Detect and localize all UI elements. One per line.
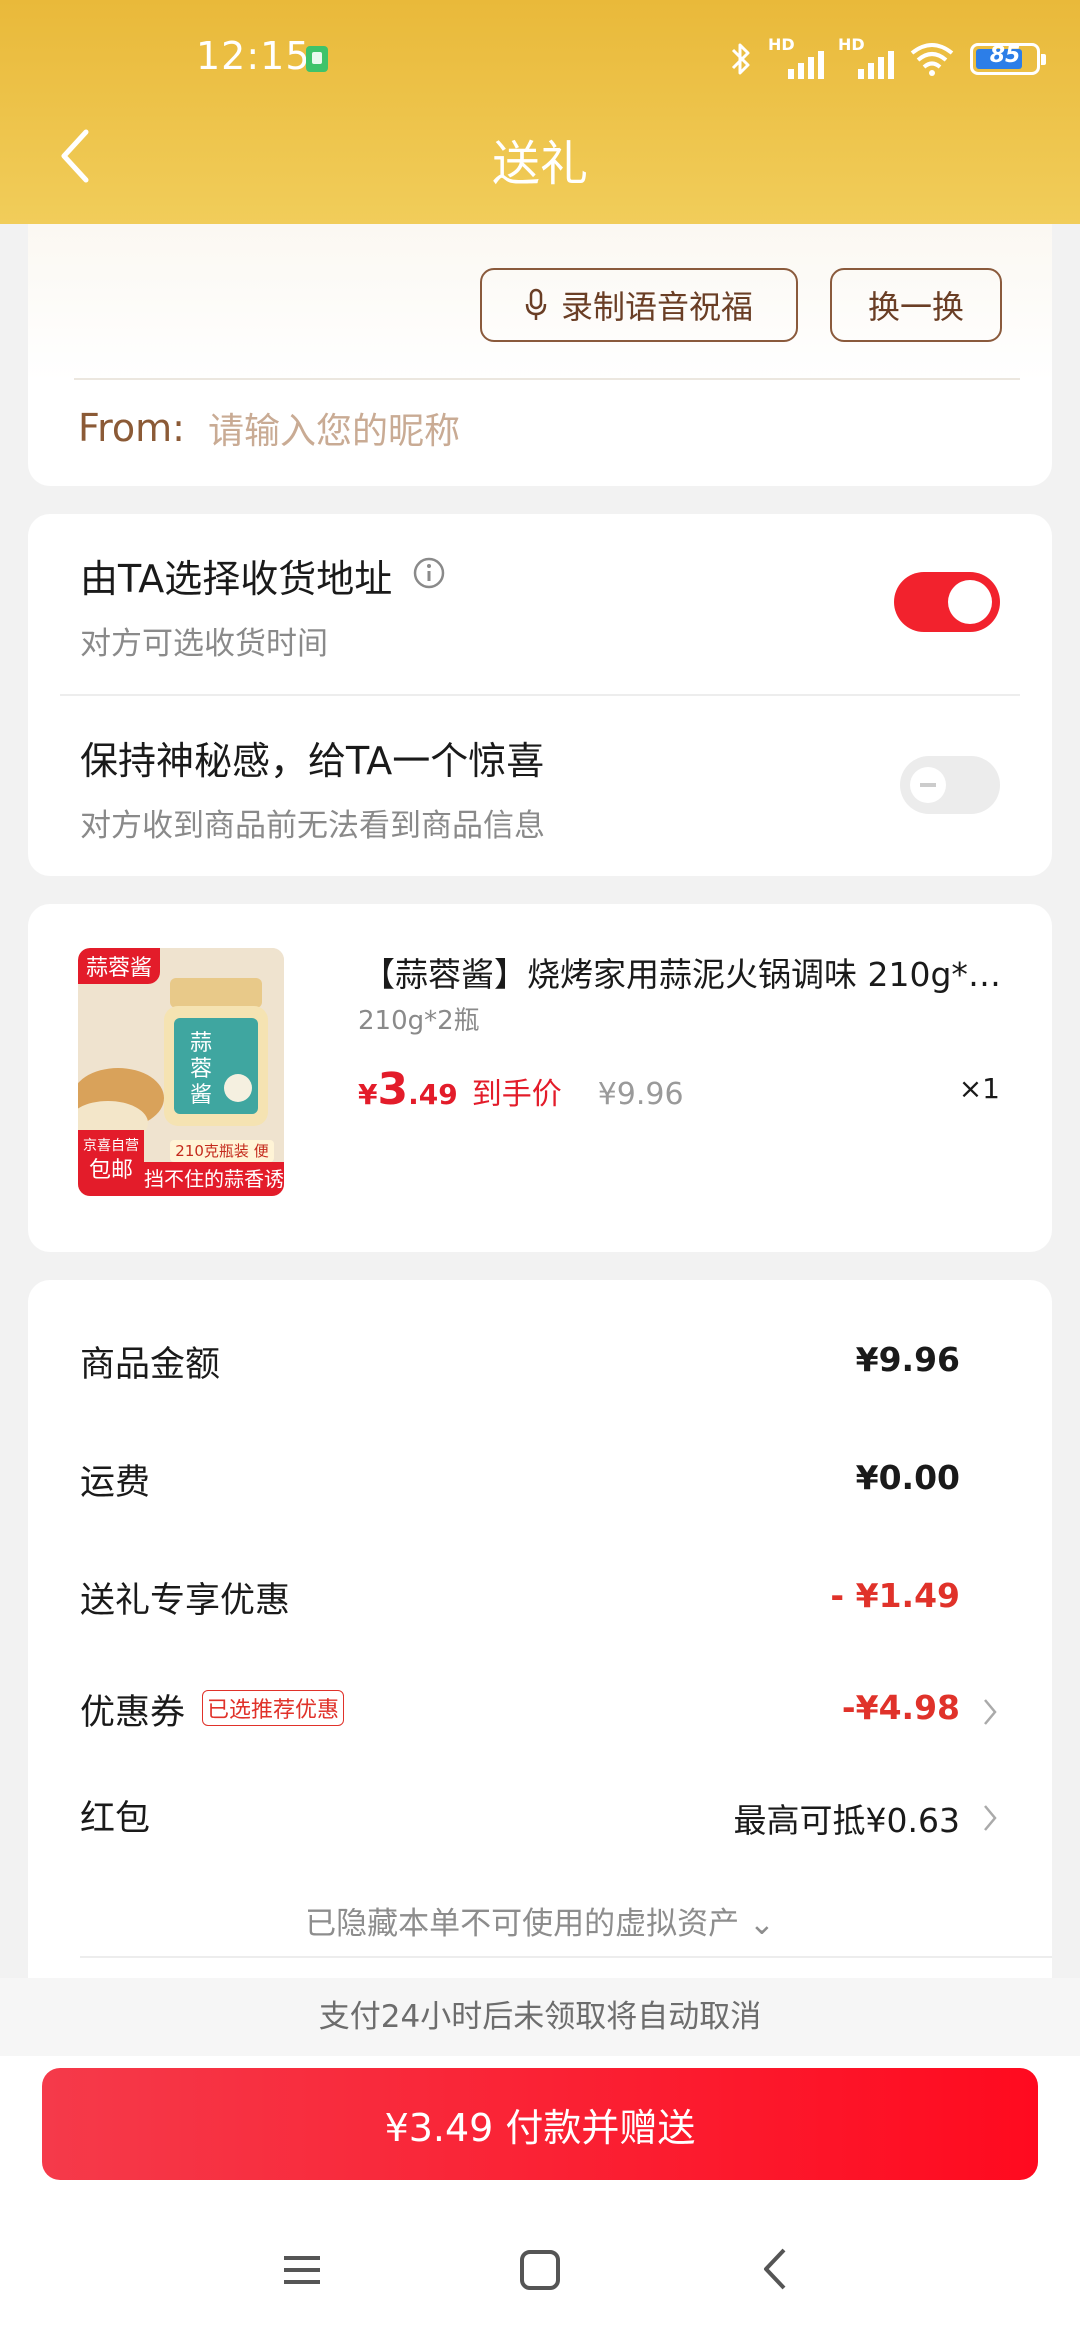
page-title: 送礼 [491,136,588,192]
svg-text:蒜: 蒜 [190,1031,212,1056]
status-time: 12:15 [196,34,311,78]
chevron-right-icon[interactable] [980,1694,1000,1730]
bluetooth-icon [731,43,750,75]
app-header: 12:15 HD HD 85 送礼 [0,0,1080,224]
pay-and-gift-button[interactable]: ¥3.49 付款并赠送 [42,2068,1038,2180]
summary-row-goods-amount: 商品金额 ¥9.96 [80,1340,960,1385]
system-back-icon[interactable] [760,2244,790,2294]
summary-row-gift-discount: 送礼专享优惠 - ¥1.49 [80,1576,960,1621]
microphone-icon [525,288,547,320]
chevron-right-icon[interactable] [980,1800,1000,1836]
price-integer: 3 [377,1064,409,1115]
product-tag: 蒜蓉酱 [78,948,161,984]
divider [80,1956,1052,1958]
address-option-title: 由TA选择收货地址 [80,557,393,601]
wifi-icon [910,43,954,76]
auto-cancel-notice: 支付24小时后未领取将自动取消 [0,1978,1080,2056]
menu-icon[interactable] [280,2248,324,2292]
original-price: ¥9.96 [597,1077,684,1112]
home-icon[interactable] [518,2248,562,2292]
status-icons: HD HD 85 [728,35,1046,82]
svg-text:酱: 酱 [190,1083,212,1108]
info-icon[interactable] [412,556,446,590]
system-nav-bar [0,2218,1080,2340]
greeting-card: 录制语音祝福 换一换 From: [28,224,1052,486]
hidden-assets-toggle[interactable]: 已隐藏本单不可使用的虚拟资产 ⌄ [28,1898,1052,1943]
nickname-input[interactable] [206,402,810,460]
quantity: ×1 [958,1072,1000,1105]
free-shipping-tag: 京喜自营 包邮 [78,1130,144,1196]
coupon-badge: 已选推荐优惠 [202,1690,345,1726]
from-label: From: [78,406,185,450]
product-slogan-strip: 挡不住的蒜香诱惑 [144,1162,284,1196]
bottom-bar: 支付24小时后未领取将自动取消 ¥3.49 付款并赠送 [0,1978,1080,2340]
sim-card-icon [306,46,328,72]
product-card[interactable]: 蒜 蓉 酱 蒜蓉酱 210克瓶装 便宜又美味 京喜自营 包邮 挡不住的蒜香诱惑 … [28,904,1052,1252]
record-voice-label: 录制语音祝福 [560,289,753,325]
battery-icon: 85 [970,43,1046,75]
address-option-toggle[interactable] [894,572,1000,632]
switch-message-button[interactable]: 换一换 [830,268,1002,342]
signal-strength-icon: HD [768,35,824,81]
product-name[interactable]: 【蒜蓉酱】烧烤家用蒜泥火锅调味 210g*2瓶 [362,948,1012,996]
price-label: 到手价 [471,1077,562,1112]
price-currency: ¥ [358,1078,378,1111]
price-row: ¥ 3 .49 到手价 ¥9.96 [358,1064,684,1115]
address-option-subtitle: 对方可选收货时间 [80,626,328,662]
status-bar: 12:15 HD HD 85 [0,0,1080,120]
price-decimal: .49 [408,1078,458,1111]
signal-strength-icon-2: HD [838,35,894,81]
record-voice-button[interactable]: 录制语音祝福 [480,268,798,342]
order-summary-card: 商品金额 ¥9.96 运费 ¥0.00 送礼专享优惠 - ¥1.49 优惠券 已… [28,1280,1052,1980]
summary-row-red-packet[interactable]: 红包 最高可抵¥0.63 [80,1790,997,1850]
product-spec: 210g*2瓶 [358,1006,480,1036]
mystery-option-toggle[interactable] [900,756,1000,814]
divider [60,694,1020,696]
product-image[interactable]: 蒜 蓉 酱 蒜蓉酱 210克瓶装 便宜又美味 京喜自营 包邮 挡不住的蒜香诱惑 [78,948,284,1196]
svg-text:蓉: 蓉 [190,1057,212,1082]
product-promo-strip: 210克瓶装 便宜又美味 [170,1140,274,1182]
divider [74,378,1020,380]
mystery-option-subtitle: 对方收到商品前无法看到商品信息 [80,808,545,844]
gift-options-card: 由TA选择收货地址 对方可选收货时间 保持神秘感，给TA一个惊喜 对方收到商品前… [28,514,1052,876]
summary-row-shipping: 运费 ¥0.00 [80,1458,960,1503]
mystery-option-title: 保持神秘感，给TA一个惊喜 [80,739,545,783]
summary-row-coupon[interactable]: 优惠券 已选推荐优惠 -¥4.98 [80,1684,997,1744]
